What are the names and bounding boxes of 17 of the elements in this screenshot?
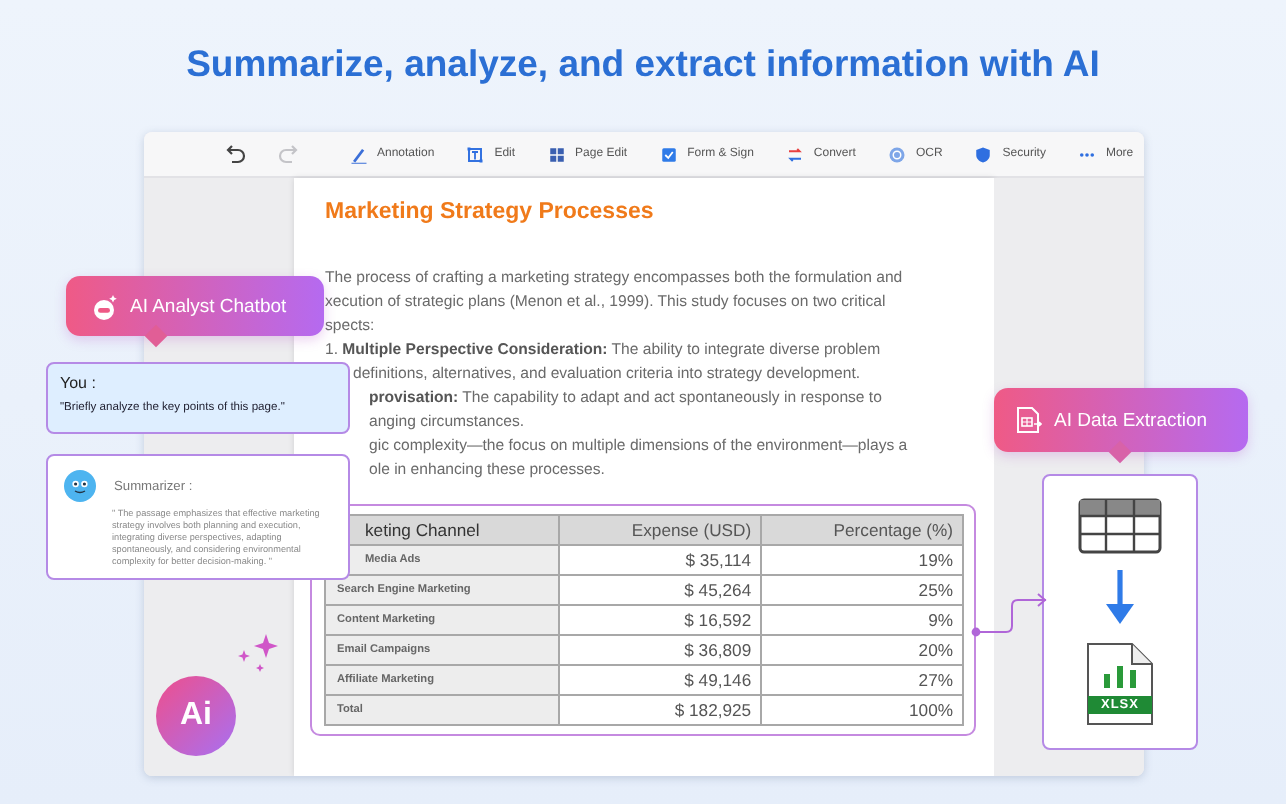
table-cell: 9%	[760, 605, 962, 635]
table-cell: 20%	[760, 635, 962, 665]
table-cell: 25%	[760, 575, 962, 605]
table-cell: 100%	[760, 695, 962, 725]
headline: Summarize, analyze, and extract information with AI	[186, 40, 1100, 88]
column-header: Percentage (%)	[760, 515, 962, 545]
document-title: Marketing Strategy Processes	[325, 198, 656, 228]
table-cell: $ 49,146	[558, 665, 761, 695]
table-cell: 19%	[760, 545, 962, 575]
table-cell: $ 35,114	[558, 545, 761, 575]
table-cell: $ 16,592	[558, 605, 761, 635]
column-header: Expense (USD)	[558, 515, 761, 545]
table-cell: 27%	[760, 665, 962, 695]
user-name: You :	[60, 374, 98, 394]
table-cell: $ 45,264	[558, 575, 761, 605]
table-cell: $ 182,925	[558, 695, 761, 725]
table-cell: $ 36,809	[558, 635, 761, 665]
